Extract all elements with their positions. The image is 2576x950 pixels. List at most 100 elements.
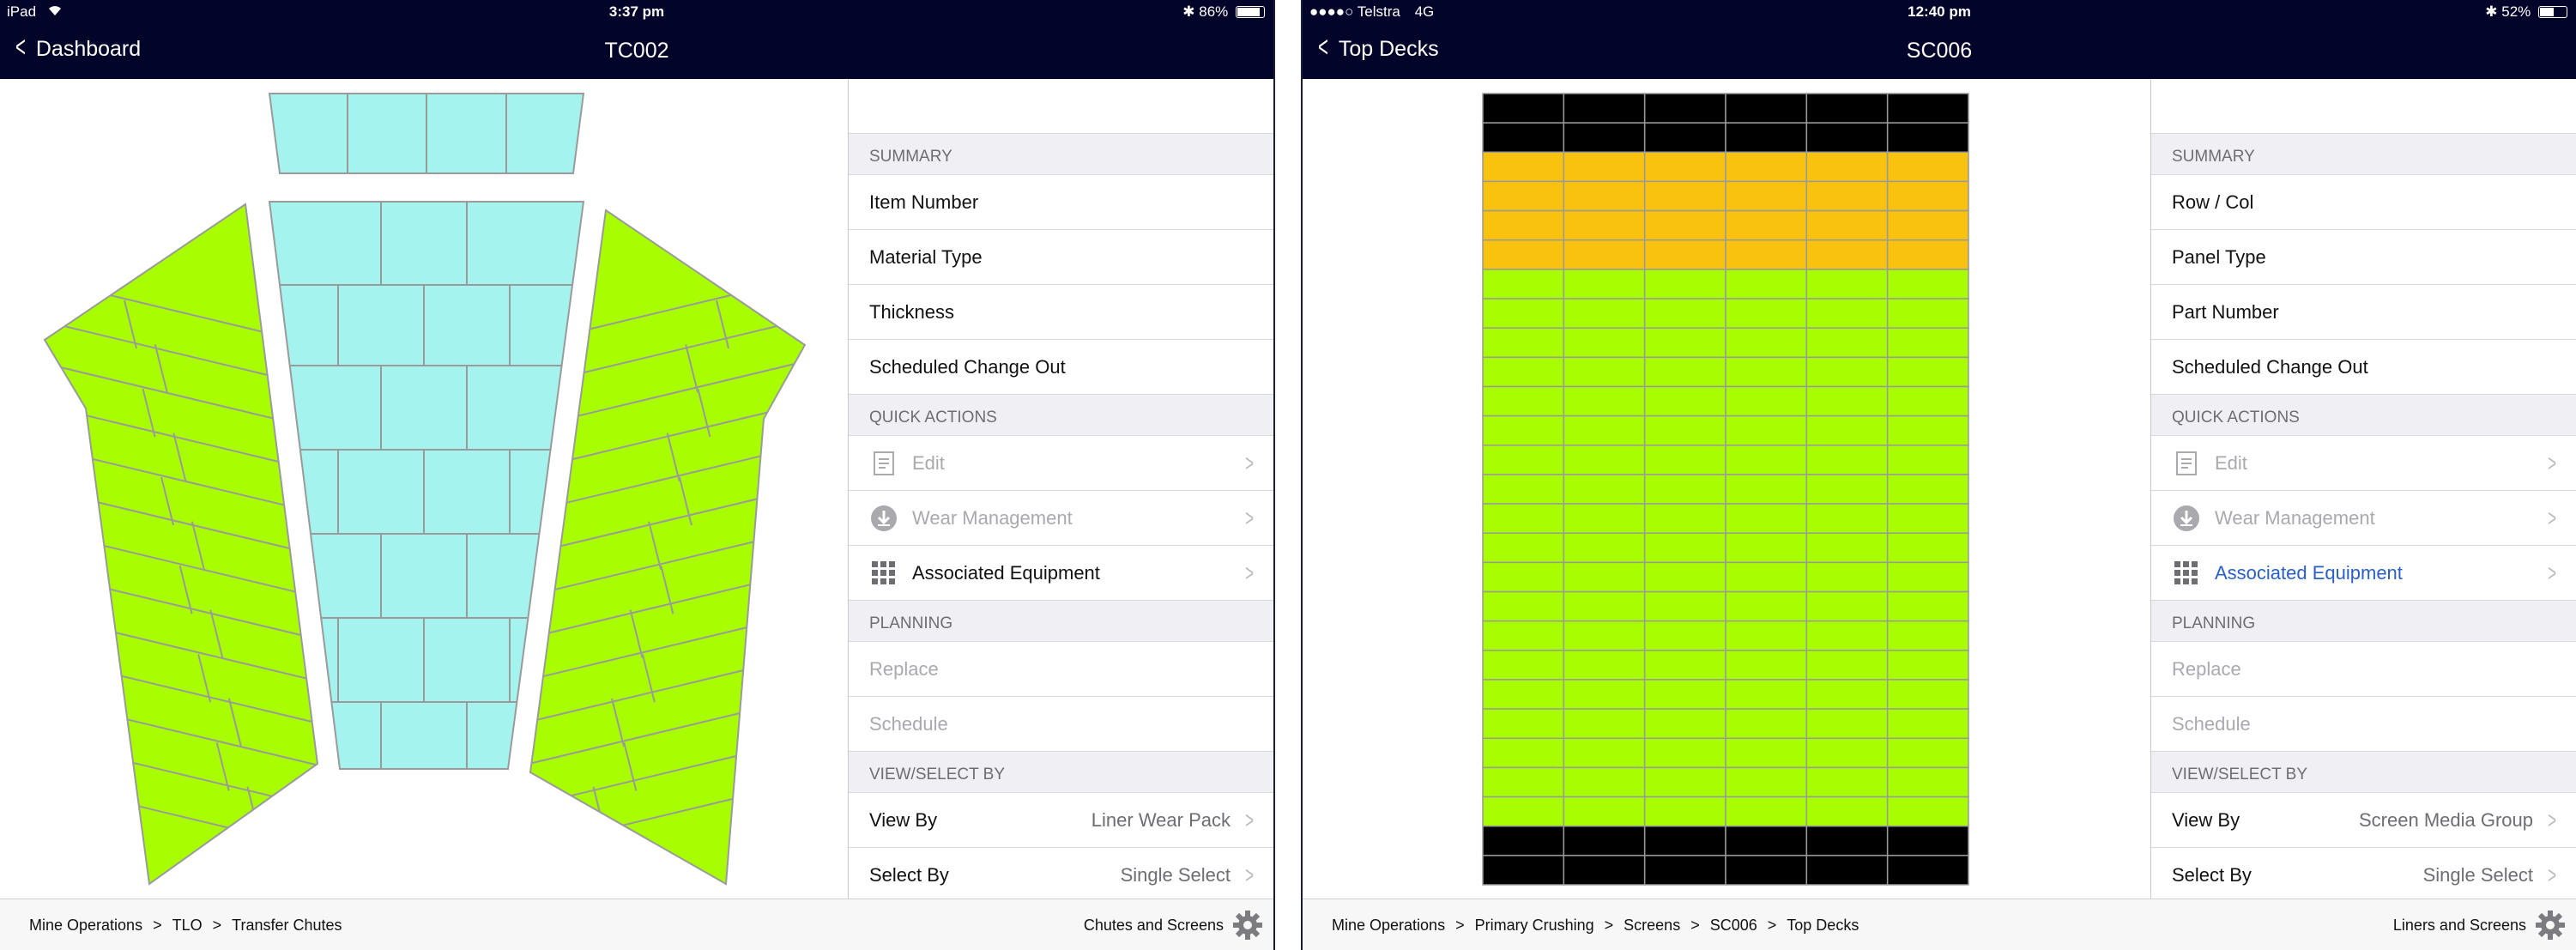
screen-panel-cell[interactable] [1643,239,1726,270]
screen-panel-cell[interactable] [1886,298,1969,329]
screen-panel-cell[interactable] [1805,356,1889,388]
screen-panel-cell[interactable] [1725,209,1808,241]
screen-panel-cell[interactable] [1482,855,1565,886]
associated-equipment-action[interactable]: Associated Equipment > [2151,546,2576,601]
screen-panel-cell[interactable] [1725,327,1808,359]
screen-panel-cell[interactable] [1886,327,1969,359]
screen-panel-cell[interactable] [1482,532,1565,564]
screen-panel-cell[interactable] [1886,561,1969,593]
screen-panel-cell[interactable] [1725,650,1808,681]
screen-panel-cell[interactable] [1805,209,1889,241]
screen-panel-cell[interactable] [1805,796,1889,827]
breadcrumb-item[interactable]: Primary Crushing [1475,917,1594,934]
screen-panel-cell[interactable] [1725,503,1808,534]
screen-panel-cell[interactable] [1643,796,1726,827]
screen-panel-cell[interactable] [1805,414,1889,446]
screen-panel-cell[interactable] [1563,356,1646,388]
screen-panel-cell[interactable] [1805,239,1889,270]
screen-panel-cell[interactable] [1886,708,1969,740]
screen-panel-cell[interactable] [1643,855,1726,886]
center-liner-panel[interactable] [268,201,585,770]
screen-panel-cell[interactable] [1805,737,1889,769]
replace-action[interactable]: Replace [2151,642,2576,697]
screen-panel-cell[interactable] [1886,855,1969,886]
screen-panel-cell[interactable] [1482,209,1565,241]
screen-panel-cell[interactable] [1805,298,1889,329]
screen-panel-cell[interactable] [1643,590,1726,622]
screen-panel-cell[interactable] [1563,209,1646,241]
screen-panel-cell[interactable] [1643,679,1726,710]
screen-panel-cell[interactable] [1643,445,1726,475]
screen-panel-cell[interactable] [1805,561,1889,593]
screen-panel-cell[interactable] [1563,122,1646,154]
screen-panel-cell[interactable] [1482,650,1565,681]
view-by-selector[interactable]: View By Screen Media Group > [2151,793,2576,848]
screen-panel-cell[interactable] [1643,737,1726,769]
breadcrumb-item[interactable]: Top Decks [1787,917,1859,934]
screen-panel-cell[interactable] [1563,796,1646,827]
screen-panel-cell[interactable] [1805,825,1889,856]
screen-panel-cell[interactable] [1886,385,1969,417]
screen-panel-cell[interactable] [1886,590,1969,622]
screen-panel-cell[interactable] [1482,620,1565,651]
screen-panel-cell[interactable] [1725,737,1808,769]
screen-panel-cell[interactable] [1563,327,1646,359]
screen-panel-cell[interactable] [1886,151,1969,183]
screen-panel-cell[interactable] [1725,796,1808,827]
screen-panel-cell[interactable] [1805,766,1889,798]
screen-panel-cell[interactable] [1643,122,1726,154]
screen-panel-cell[interactable] [1482,93,1565,124]
screen-panel-cell[interactable] [1482,737,1565,769]
screen-panel-cell[interactable] [1563,561,1646,593]
screen-panel-cell[interactable] [1805,385,1889,417]
replace-action[interactable]: Replace [849,642,1273,697]
select-by-selector[interactable]: Select By Single Select > [849,848,1273,903]
screen-panel-cell[interactable] [1886,356,1969,388]
breadcrumb-item[interactable]: Screens [1624,917,1680,934]
screen-panel-cell[interactable] [1725,620,1808,651]
view-by-selector[interactable]: View By Liner Wear Pack > [849,793,1273,848]
screen-panel-cell[interactable] [1482,766,1565,798]
screen-panel-cell[interactable] [1563,239,1646,270]
breadcrumb-item[interactable]: TLO [172,917,203,934]
screen-panel-cell[interactable] [1886,445,1969,475]
screen-panel-cell[interactable] [1805,503,1889,534]
screen-panel-cell[interactable] [1886,209,1969,241]
screen-panel-cell[interactable] [1563,620,1646,651]
screen-panel-cell[interactable] [1886,532,1969,564]
screen-panel-cell[interactable] [1563,766,1646,798]
screen-panel-cell[interactable] [1725,122,1808,154]
screen-panel-cell[interactable] [1725,445,1808,475]
screen-panel-cell[interactable] [1725,855,1808,886]
screen-panel-cell[interactable] [1643,298,1726,329]
screen-panel-cell[interactable] [1563,93,1646,124]
screen-panel-cell[interactable] [1482,796,1565,827]
breadcrumb-item[interactable]: SC006 [1710,917,1757,934]
screen-panel-cell[interactable] [1482,503,1565,534]
screen-panel-cell[interactable] [1563,532,1646,564]
breadcrumb-item[interactable]: Mine Operations [1332,917,1445,934]
screen-panel-cell[interactable] [1725,532,1808,564]
screen-panel-cell[interactable] [1886,825,1969,856]
screen-panel-cell[interactable] [1643,503,1726,534]
screen-panel-cell[interactable] [1563,590,1646,622]
screen-panel-cell[interactable] [1725,93,1808,124]
screen-panel-cell[interactable] [1886,93,1969,124]
gear-icon[interactable] [1232,910,1263,941]
screen-panel-cell[interactable] [1805,650,1889,681]
screen-panel-cell[interactable] [1563,269,1646,300]
screen-panel-cell[interactable] [1886,414,1969,446]
screen-panel-cell[interactable] [1725,590,1808,622]
screen-panel-cell[interactable] [1563,445,1646,475]
screen-panel-cell[interactable] [1725,180,1808,212]
screen-panel-cell[interactable] [1643,474,1726,505]
edit-action[interactable]: Edit > [849,436,1273,491]
screen-panel-cell[interactable] [1643,209,1726,241]
screen-panel-cell[interactable] [1563,298,1646,329]
screen-panel-cell[interactable] [1643,561,1726,593]
screen-panel-cell[interactable] [1725,414,1808,446]
screen-panel-cell[interactable] [1482,414,1565,446]
screen-panel-cell[interactable] [1563,855,1646,886]
screen-panel-cell[interactable] [1563,503,1646,534]
left-wing-liner-panel[interactable] [43,203,319,886]
